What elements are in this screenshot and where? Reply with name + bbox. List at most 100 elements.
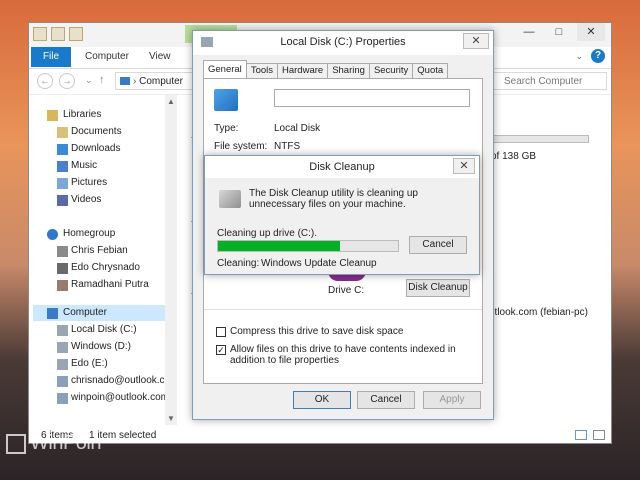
nav-music[interactable]: Music (71, 158, 97, 174)
tab-security[interactable]: Security (368, 63, 414, 78)
file-system-label: File system: (214, 141, 268, 152)
tab-view[interactable]: View (149, 51, 171, 62)
close-button[interactable]: ✕ (577, 23, 605, 41)
breadcrumb-computer: Computer (139, 76, 184, 87)
compress-checkbox[interactable] (216, 327, 226, 337)
downloads-icon (57, 144, 68, 155)
search-input[interactable]: Search Computer (489, 72, 607, 90)
index-checkbox[interactable]: ✓ (216, 345, 226, 355)
file-system-value: NTFS (274, 141, 301, 152)
drive-icon (57, 342, 68, 353)
nav-libraries[interactable]: Libraries (63, 107, 101, 123)
nav-drive-e[interactable]: Edo (E:) (71, 356, 108, 372)
properties-icon[interactable] (51, 27, 65, 41)
watermark: WinPoin (6, 432, 101, 455)
back-button[interactable]: ← (37, 73, 53, 89)
scroll-up-icon[interactable]: ▲ (167, 97, 175, 106)
compress-label: Compress this drive to save disk space (230, 326, 404, 337)
user-avatar-icon (57, 246, 68, 257)
documents-icon (57, 127, 68, 138)
nav-onedrive-chrisnado[interactable]: chrisnado@outlook.co (71, 373, 170, 389)
nav-scrollbar[interactable]: ▲ ▼ (165, 95, 177, 425)
large-icons-view-icon[interactable] (593, 430, 605, 440)
progress-fill (218, 241, 341, 251)
help-icon[interactable]: ? (591, 49, 605, 63)
tab-quota[interactable]: Quota (412, 63, 449, 78)
minimize-button[interactable]: — (515, 23, 543, 41)
cleanup-close-button[interactable]: ✕ (453, 158, 475, 174)
cancel-button[interactable]: Cancel (357, 391, 415, 409)
drive-c-label: Drive C: (328, 285, 365, 296)
network-drive-icon (57, 393, 68, 404)
properties-titlebar: Local Disk (C:) Properties ✕ (193, 31, 493, 55)
nav-homegroup-user[interactable]: Edo Chrysnado (71, 260, 140, 276)
up-button[interactable]: ↑ (99, 74, 105, 86)
quick-access-toolbar (33, 27, 83, 43)
nav-homegroup[interactable]: Homegroup (63, 226, 115, 242)
tab-hardware[interactable]: Hardware (277, 63, 329, 78)
nav-drive-c[interactable]: Local Disk (C:) (71, 322, 137, 338)
nav-homegroup-user[interactable]: Chris Febian (71, 243, 128, 259)
onedrive-account-label: utlook.com (febian-pc) (489, 307, 588, 318)
details-view-icon[interactable] (575, 430, 587, 440)
drive-icon (57, 325, 68, 336)
nav-videos[interactable]: Videos (71, 192, 101, 208)
nav-drive-d[interactable]: Windows (D:) (71, 339, 131, 355)
window-controls: — □ ✕ (515, 23, 613, 43)
ribbon-expand-icon[interactable]: ⌄ (575, 51, 583, 62)
navigation-pane: Libraries Documents Downloads Music Pict… (29, 95, 179, 425)
music-icon (57, 161, 68, 172)
new-folder-icon[interactable] (69, 27, 83, 41)
nav-pictures[interactable]: Pictures (71, 175, 107, 191)
status-bar: 6 items 1 item selected (29, 427, 611, 445)
cleaning-drive-label: Cleaning up drive (C:). (217, 228, 318, 239)
nav-homegroup-user[interactable]: Ramadhani Putra (71, 277, 149, 293)
properties-close-button[interactable]: ✕ (463, 33, 489, 49)
type-label: Type: (214, 123, 239, 134)
cleanup-progress-bar (217, 240, 399, 252)
recent-dropdown-icon[interactable]: ⌄ (85, 75, 93, 86)
ok-button[interactable]: OK (293, 391, 351, 409)
properties-title: Local Disk (C:) Properties (280, 36, 406, 48)
watermark-text: WinPoin (30, 432, 101, 454)
cleaning-label: Cleaning: (217, 258, 260, 269)
divider (204, 309, 482, 310)
nav-documents[interactable]: Documents (71, 124, 122, 140)
cleanup-title: Disk Cleanup (309, 161, 375, 173)
properties-tabs: General Tools Hardware Sharing Security … (203, 60, 449, 79)
nav-onedrive-winpoin[interactable]: winpoin@outlook.com (71, 390, 169, 406)
maximize-button[interactable]: □ (545, 23, 573, 41)
search-placeholder: Search Computer (504, 76, 583, 87)
scroll-down-icon[interactable]: ▼ (167, 414, 175, 423)
tab-file[interactable]: File (31, 47, 71, 67)
windows-drive-icon (214, 89, 238, 111)
user-avatar-icon (57, 263, 68, 274)
index-label: Allow files on this drive to have conten… (230, 344, 456, 366)
address-box[interactable]: › Computer (115, 72, 195, 90)
nav-downloads[interactable]: Downloads (71, 141, 120, 157)
folder-icon[interactable] (33, 27, 47, 41)
cleanup-drive-icon (219, 190, 241, 208)
videos-icon (57, 195, 68, 206)
tab-computer[interactable]: Computer (85, 51, 129, 62)
cleanup-message: The Disk Cleanup utility is cleaning up … (249, 188, 418, 210)
libraries-icon (47, 110, 58, 121)
tab-sharing[interactable]: Sharing (327, 63, 370, 78)
network-drive-icon (57, 376, 68, 387)
tab-tools[interactable]: Tools (245, 63, 278, 78)
drive-name-input[interactable] (274, 89, 470, 107)
nav-computer[interactable]: Computer (63, 305, 107, 321)
homegroup-icon (47, 229, 58, 240)
cleanup-cancel-button[interactable]: Cancel (409, 236, 467, 254)
disk-cleanup-button[interactable]: Disk Cleanup (406, 279, 470, 297)
winpoin-logo-icon (6, 433, 26, 454)
computer-icon (47, 308, 58, 319)
disk-cleanup-dialog: Disk Cleanup ✕ The Disk Cleanup utility … (204, 155, 480, 275)
apply-button[interactable]: Apply (423, 391, 481, 409)
tab-general[interactable]: General (203, 60, 247, 78)
cleaning-item: Windows Update Cleanup (261, 258, 377, 269)
computer-icon (120, 77, 130, 86)
drive-icon (57, 359, 68, 370)
forward-button[interactable]: → (59, 73, 75, 89)
drive-usage-bar (489, 135, 589, 143)
